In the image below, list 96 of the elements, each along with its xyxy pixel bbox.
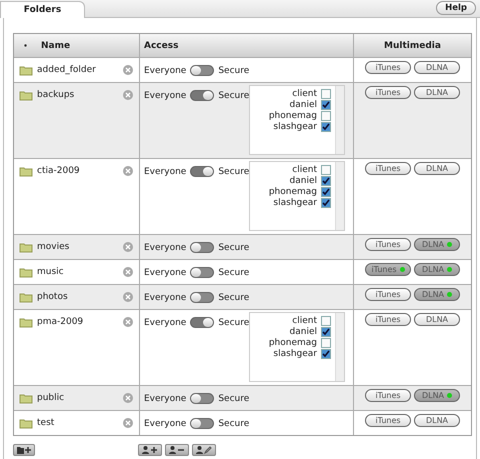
checkbox[interactable] <box>321 187 331 197</box>
access-toggle[interactable] <box>190 393 214 404</box>
folder-icon <box>18 65 32 76</box>
everyone-label: Everyone <box>144 242 186 252</box>
checkbox[interactable] <box>321 100 331 110</box>
everyone-label: Everyone <box>144 268 186 278</box>
folder-name: backups <box>37 90 74 100</box>
everyone-label: Everyone <box>144 418 186 428</box>
access-toggle[interactable] <box>190 317 214 328</box>
access-toggle[interactable] <box>190 65 214 76</box>
user-name: phonemag <box>268 111 317 121</box>
folder-name: ctia-2009 <box>37 166 80 176</box>
media-toggle-button[interactable]: iTunes <box>365 86 411 99</box>
user-name: client <box>292 165 317 175</box>
secure-label: Secure <box>218 318 250 328</box>
media-toggle-button[interactable]: DLNA <box>414 313 460 326</box>
secure-label: Secure <box>218 268 250 278</box>
checkbox[interactable] <box>321 89 331 99</box>
folder-icon <box>18 292 32 303</box>
media-toggle-button[interactable]: DLNA <box>414 414 460 427</box>
folder-name: movies <box>37 242 70 252</box>
scrollbar[interactable] <box>335 313 344 381</box>
checkbox[interactable] <box>321 111 331 121</box>
media-toggle-button[interactable]: DLNA <box>414 86 460 99</box>
sort-icon[interactable] <box>24 44 27 47</box>
everyone-label: Everyone <box>144 394 186 404</box>
folder-name: music <box>37 267 64 277</box>
folder-icon <box>18 317 32 328</box>
secure-label: Secure <box>218 242 250 252</box>
media-toggle-button[interactable]: iTunes <box>365 162 411 175</box>
media-toggle-button[interactable]: iTunes <box>365 61 411 74</box>
user-minus-icon <box>169 446 185 454</box>
checkbox[interactable] <box>321 176 331 186</box>
everyone-label: Everyone <box>144 166 186 176</box>
user-name: client <box>292 316 317 326</box>
help-button[interactable]: Help <box>436 1 476 15</box>
checkbox[interactable] <box>321 316 331 326</box>
checkbox[interactable] <box>321 327 331 337</box>
secure-label: Secure <box>218 394 250 404</box>
media-toggle-button[interactable]: iTunes <box>365 288 411 301</box>
everyone-label: Everyone <box>144 318 186 328</box>
user-pencil-icon <box>196 446 212 454</box>
everyone-label: Everyone <box>144 90 186 100</box>
folder-icon <box>18 418 32 429</box>
access-toggle[interactable] <box>190 292 214 303</box>
folder-icon <box>18 267 32 278</box>
secure-label: Secure <box>218 292 250 302</box>
user-name: slashgear <box>273 198 317 208</box>
folders-tab[interactable]: Folders <box>0 1 85 18</box>
folder-name: test <box>37 418 54 428</box>
media-toggle-button[interactable]: DLNA <box>414 162 460 175</box>
media-toggle-button[interactable]: iTunes <box>365 313 411 326</box>
media-toggle-button[interactable]: iTunes <box>365 238 411 251</box>
scrollbar[interactable] <box>335 86 344 154</box>
secure-label: Secure <box>218 418 250 428</box>
secure-label: Secure <box>218 166 250 176</box>
column-header: Name <box>40 40 72 52</box>
user-name: daniel <box>290 176 317 186</box>
everyone-label: Everyone <box>144 292 186 302</box>
folder-icon <box>18 166 32 177</box>
folder-icon <box>18 242 32 253</box>
checkbox[interactable] <box>321 349 331 359</box>
media-toggle-button[interactable]: iTunes <box>365 389 411 402</box>
access-toggle[interactable] <box>190 242 214 253</box>
user-name: daniel <box>290 327 317 337</box>
user-plus-icon <box>142 446 158 454</box>
media-toggle-button[interactable]: iTunes <box>365 414 411 427</box>
access-toggle[interactable] <box>190 267 214 278</box>
user-name: slashgear <box>273 349 317 359</box>
edit-user-button[interactable] <box>192 444 216 456</box>
add-folder-button[interactable] <box>13 444 35 456</box>
folder-icon <box>18 90 32 101</box>
user-name: daniel <box>290 100 317 110</box>
checkbox[interactable] <box>321 165 331 175</box>
user-name: phonemag <box>268 338 317 348</box>
secure-label: Secure <box>218 90 250 100</box>
media-toggle-button[interactable]: DLNA <box>414 61 460 74</box>
user-name: phonemag <box>268 187 317 197</box>
secure-label: Secure <box>218 66 250 76</box>
user-name: slashgear <box>273 122 317 132</box>
folder-name: public <box>37 393 64 403</box>
checkbox[interactable] <box>321 338 331 348</box>
remove-user-button[interactable] <box>165 444 189 456</box>
access-toggle[interactable] <box>190 166 214 177</box>
folder-icon <box>18 393 32 404</box>
access-toggle[interactable] <box>190 418 214 429</box>
scrollbar[interactable] <box>335 162 344 230</box>
folder-name: photos <box>37 292 68 302</box>
checkbox[interactable] <box>321 122 331 132</box>
user-name: client <box>292 89 317 99</box>
access-toggle[interactable] <box>190 90 214 101</box>
folder-name: pma-2009 <box>37 317 84 327</box>
folder-name: added_folder <box>37 65 96 75</box>
add-user-button[interactable] <box>138 444 162 456</box>
checkbox[interactable] <box>321 198 331 208</box>
everyone-label: Everyone <box>144 66 186 76</box>
